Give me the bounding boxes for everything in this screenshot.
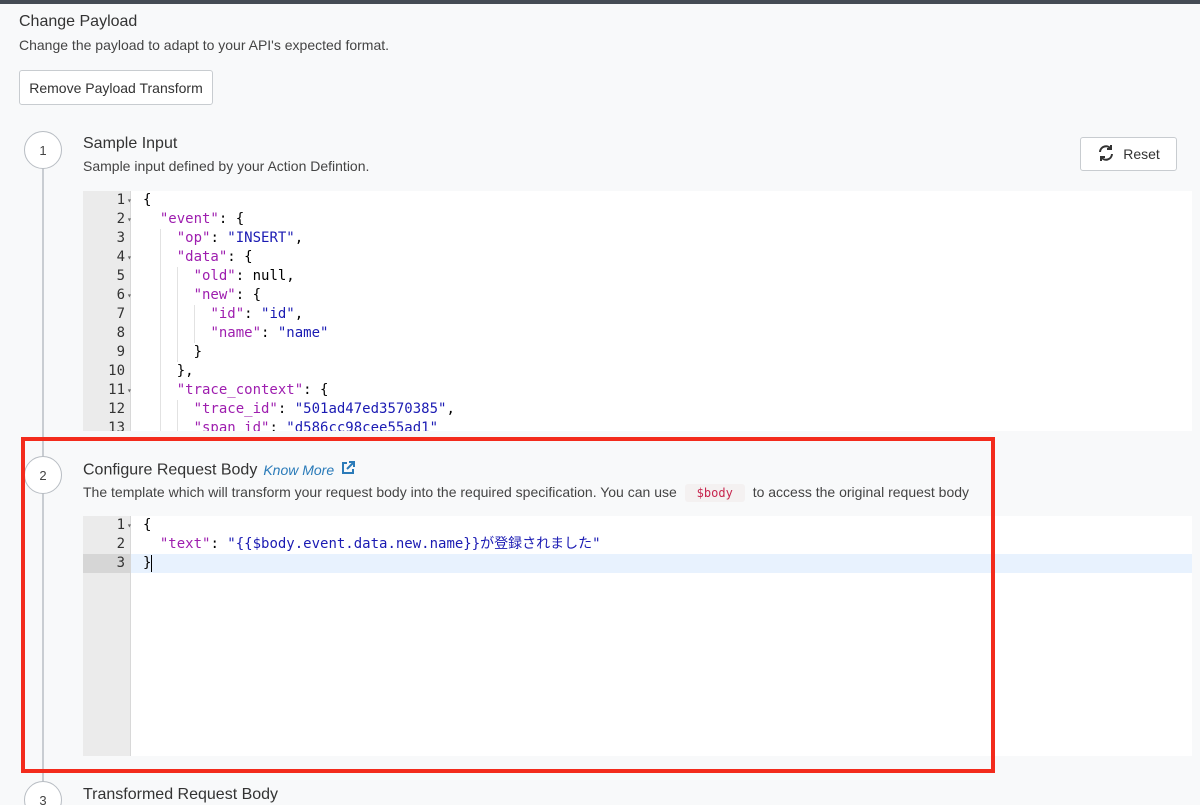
code-text: "trace_context": { xyxy=(143,381,329,400)
json-punctuation: , xyxy=(294,230,304,246)
code-line[interactable]: 10 }, xyxy=(83,362,1192,381)
json-key: "event" xyxy=(159,211,219,227)
indent-guide xyxy=(193,305,195,343)
json-punctuation: }, xyxy=(143,363,194,379)
json-key: "new" xyxy=(193,287,236,303)
json-punctuation: : { xyxy=(303,382,329,398)
json-key: "op" xyxy=(176,230,211,246)
line-number: 10 xyxy=(108,363,125,379)
json-punctuation xyxy=(143,268,194,284)
fold-arrow-icon[interactable]: ▾ xyxy=(127,248,132,267)
fold-arrow-icon[interactable]: ▾ xyxy=(127,210,132,229)
json-punctuation xyxy=(143,287,194,303)
code-line[interactable]: 12 "trace_id": "501ad47ed3570385", xyxy=(83,400,1192,419)
code-line[interactable]: 3 "op": "INSERT", xyxy=(83,229,1192,248)
code-text: } xyxy=(143,343,202,362)
json-punctuation xyxy=(143,420,194,431)
line-number: 5 xyxy=(116,268,125,284)
json-punctuation: : xyxy=(277,401,295,417)
code-text: }, xyxy=(143,362,194,381)
line-number: 1 xyxy=(116,192,125,208)
json-punctuation: : xyxy=(210,230,228,246)
step-1-circle: 1 xyxy=(24,131,62,169)
json-punctuation: : { xyxy=(227,249,253,265)
page-subtitle: Change the payload to adapt to your API'… xyxy=(19,37,390,53)
code-line[interactable]: 4 ▾ "data": { xyxy=(83,248,1192,267)
line-number: 7 xyxy=(116,306,125,322)
json-punctuation: } xyxy=(143,344,203,360)
code-line[interactable]: 5 "old": null, xyxy=(83,267,1192,286)
reset-label: Reset xyxy=(1123,146,1160,162)
code-line[interactable]: 13 "span_id": "d586cc98cee55ad1" xyxy=(83,419,1192,431)
code-line[interactable]: 6 ▾ "new": { xyxy=(83,286,1192,305)
line-number: 13 xyxy=(108,420,125,431)
indent-guide xyxy=(159,229,161,431)
json-key: "name" xyxy=(210,325,262,341)
code-text: "id": "id", xyxy=(143,305,303,324)
json-punctuation: , xyxy=(446,401,455,417)
indent-guide xyxy=(176,400,178,431)
json-string: "id" xyxy=(261,306,295,322)
json-string: "501ad47ed3570385" xyxy=(294,401,447,417)
step-1-subtitle: Sample input defined by your Action Defi… xyxy=(83,158,370,174)
json-punctuation xyxy=(143,401,194,417)
code-line[interactable]: 9 } xyxy=(83,343,1192,362)
json-key: "data" xyxy=(176,249,228,265)
indent-guide xyxy=(176,267,178,362)
fold-arrow-icon[interactable]: ▾ xyxy=(127,381,132,400)
json-key: "trace_context" xyxy=(176,382,304,398)
step-1-title: Sample Input xyxy=(83,135,178,152)
line-number: 6 xyxy=(116,287,125,303)
json-key: "id" xyxy=(210,306,245,322)
json-punctuation xyxy=(143,211,160,227)
line-number: 4 xyxy=(116,249,125,265)
line-number: 12 xyxy=(108,401,125,417)
code-text: "span_id": "d586cc98cee55ad1" xyxy=(143,419,438,431)
json-punctuation: : { xyxy=(218,211,245,227)
json-punctuation: : xyxy=(244,306,262,322)
json-string: "INSERT" xyxy=(227,230,295,246)
line-number: 9 xyxy=(116,344,125,360)
code-line[interactable]: 8 "name": "name" xyxy=(83,324,1192,343)
line-number: 3 xyxy=(116,230,125,246)
line-number: 2 xyxy=(116,211,125,227)
reset-button[interactable]: Reset xyxy=(1080,137,1177,171)
code-text: "old": null, xyxy=(143,267,295,286)
json-key: "span_id" xyxy=(193,420,270,431)
step-3-title: Transformed Request Body xyxy=(83,786,279,803)
remove-payload-transform-button[interactable]: Remove Payload Transform xyxy=(19,70,213,105)
code-line[interactable]: 11 ▾ "trace_context": { xyxy=(83,381,1192,400)
json-string: "d586cc98cee55ad1" xyxy=(286,420,439,431)
json-string: "name" xyxy=(277,325,329,341)
json-key: "trace_id" xyxy=(193,401,278,417)
code-line[interactable]: 1 ▾ { xyxy=(83,191,1192,210)
json-punctuation: : xyxy=(269,420,287,431)
line-number: 8 xyxy=(116,325,125,341)
json-key: "old" xyxy=(193,268,236,284)
sample-input-editor[interactable]: 1 ▾{2 ▾ "event": {3 "op": "INSERT", 4 ▾ "dat… xyxy=(83,191,1192,431)
code-line[interactable]: 2 ▾ "event": { xyxy=(83,210,1192,229)
line-number: 11 xyxy=(108,382,125,398)
fold-arrow-icon[interactable]: ▾ xyxy=(127,191,132,210)
code-text: { xyxy=(143,191,151,210)
code-text: "event": { xyxy=(143,210,244,229)
step-3-circle: 3 xyxy=(24,781,62,805)
code-line[interactable]: 7 "id": "id", xyxy=(83,305,1192,324)
json-punctuation: : xyxy=(261,325,278,341)
page-title: Change Payload xyxy=(19,13,138,30)
code-text: "trace_id": "501ad47ed3570385", xyxy=(143,400,455,419)
code-text: "name": "name" xyxy=(143,324,328,343)
highlight-box xyxy=(21,437,995,773)
refresh-icon xyxy=(1097,144,1115,165)
fold-arrow-icon[interactable]: ▾ xyxy=(127,286,132,305)
json-punctuation: , xyxy=(294,306,304,322)
json-punctuation: : { xyxy=(235,287,262,303)
code-text: "op": "INSERT", xyxy=(143,229,303,248)
json-punctuation: { xyxy=(143,192,152,208)
top-bar xyxy=(0,0,1200,4)
json-punctuation: : null, xyxy=(235,268,295,284)
